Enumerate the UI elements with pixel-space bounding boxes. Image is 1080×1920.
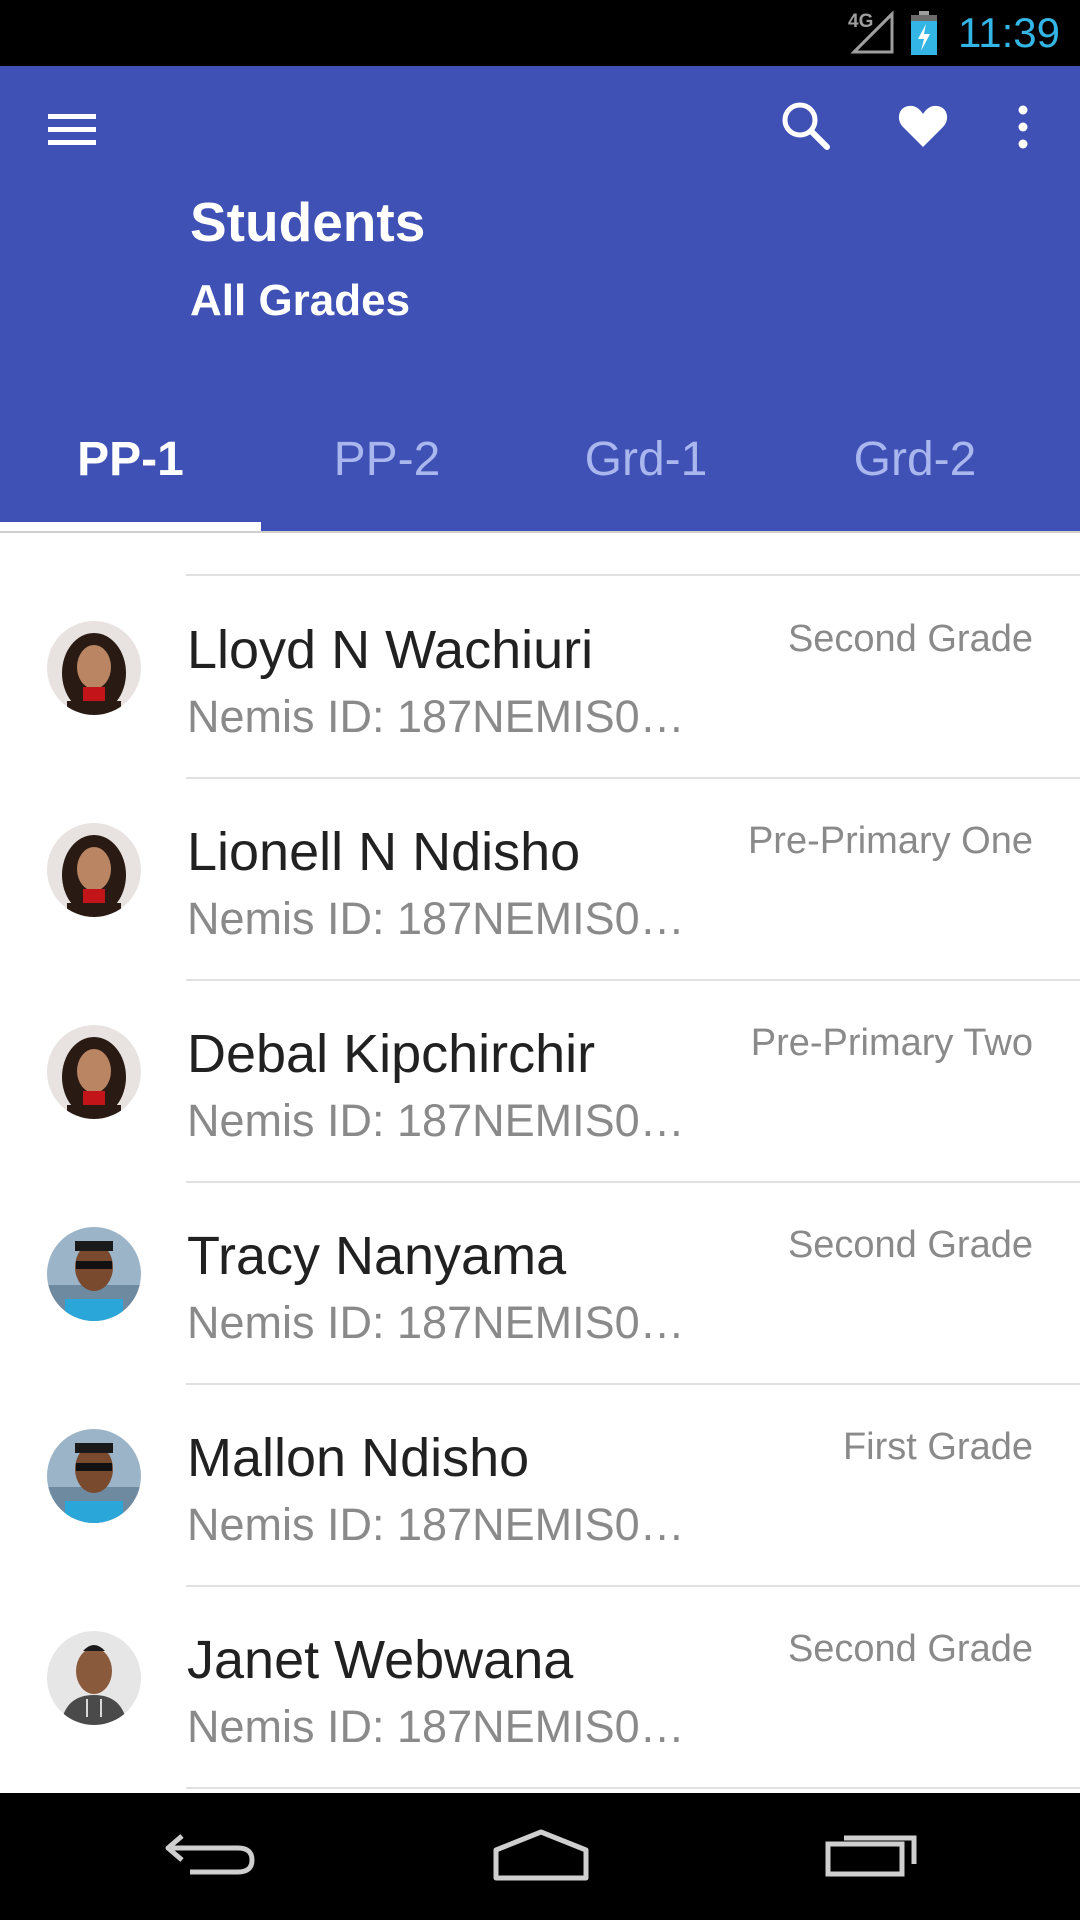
avatar-man-hoodie [47, 1631, 141, 1725]
student-name: Tracy Nanyama [187, 1226, 567, 1286]
list-divider [186, 1787, 1080, 1789]
student-grade: Second Grade [787, 618, 1033, 660]
student-name: Lloyd N Wachiuri [187, 620, 594, 680]
student-grade: Second Grade [787, 1224, 1033, 1266]
battery-charging-icon [911, 11, 937, 55]
tab-grd-1[interactable]: Grd-1 [516, 432, 776, 512]
student-name: Janet Webwana [187, 1630, 574, 1690]
student-name: Debal Kipchirchir [187, 1024, 596, 1084]
student-grade: Second Grade [787, 1628, 1033, 1670]
student-list-item[interactable]: Lloyd N Wachiuri Nemis ID: 187NEMIS0030 … [0, 576, 1080, 779]
home-icon[interactable] [486, 1818, 596, 1888]
tab-pp-2[interactable]: PP-2 [257, 432, 517, 512]
heart-icon[interactable] [897, 100, 949, 152]
student-list-item[interactable]: Debal Kipchirchir Nemis ID: 187NEMIS0… P… [0, 980, 1080, 1183]
more-vert-icon[interactable] [1008, 102, 1038, 152]
student-list-item[interactable]: Mallon Ndisho Nemis ID: 187NEMIS0070 Fir… [0, 1384, 1080, 1587]
grade-tabs: PP-1 PP-2 Grd-1 Grd-2 [0, 380, 1080, 531]
navigation-bar [0, 1793, 1080, 1920]
student-name: Mallon Ndisho [187, 1428, 530, 1488]
student-name: Lionell N Ndisho [187, 822, 581, 882]
avatar-woman [47, 823, 141, 917]
student-nemis-id: Nemis ID: 187NEMIS0080 [187, 1701, 699, 1752]
tab-indicator [0, 522, 261, 531]
avatar-woman [47, 1025, 141, 1119]
student-list[interactable]: Lloyd N Wachiuri Nemis ID: 187NEMIS0030 … [0, 533, 1080, 1793]
search-icon[interactable] [779, 99, 833, 153]
page-title: Students [190, 191, 426, 253]
student-nemis-id: Nemis ID: 187NEMIS0030 [187, 691, 699, 742]
back-icon[interactable] [160, 1818, 260, 1888]
student-grade: First Grade [842, 1426, 1033, 1468]
status-clock: 11:39 [958, 9, 1060, 56]
avatar-man-sunglasses [47, 1429, 141, 1523]
student-nemis-id: Nemis ID: 187NEMIS0070 [187, 1499, 699, 1550]
student-list-item[interactable]: Janet Webwana Nemis ID: 187NEMIS0080 Sec… [0, 1586, 1080, 1789]
screen: 4G 11:39 Students All Grades PP-1 PP-2 G… [0, 0, 1080, 1920]
page-subtitle: All Grades [190, 276, 411, 325]
status-bar: 4G 11:39 [0, 0, 1080, 66]
recents-icon[interactable] [822, 1818, 922, 1888]
student-nemis-id: Nemis ID: 187NEMIS0… [187, 1095, 685, 1146]
network-type-label: 4G [848, 11, 874, 32]
tab-grd-2[interactable]: Grd-2 [785, 432, 1045, 512]
student-list-item[interactable]: Tracy Nanyama Nemis ID: 187NEMIS0060 Sec… [0, 1182, 1080, 1385]
student-nemis-id: Nemis ID: 187NEMIS0060 [187, 1297, 699, 1348]
student-list-item[interactable]: Lionell N Ndisho Nemis ID: 187NEMIS0… Pr… [0, 778, 1080, 981]
avatar-man-sunglasses [47, 1227, 141, 1321]
student-nemis-id: Nemis ID: 187NEMIS0… [187, 893, 685, 944]
tab-pp-1[interactable]: PP-1 [0, 432, 261, 512]
student-grade: Pre-Primary One [747, 820, 1033, 862]
menu-icon[interactable] [46, 106, 100, 152]
student-grade: Pre-Primary Two [750, 1022, 1033, 1064]
avatar-woman [47, 621, 141, 715]
